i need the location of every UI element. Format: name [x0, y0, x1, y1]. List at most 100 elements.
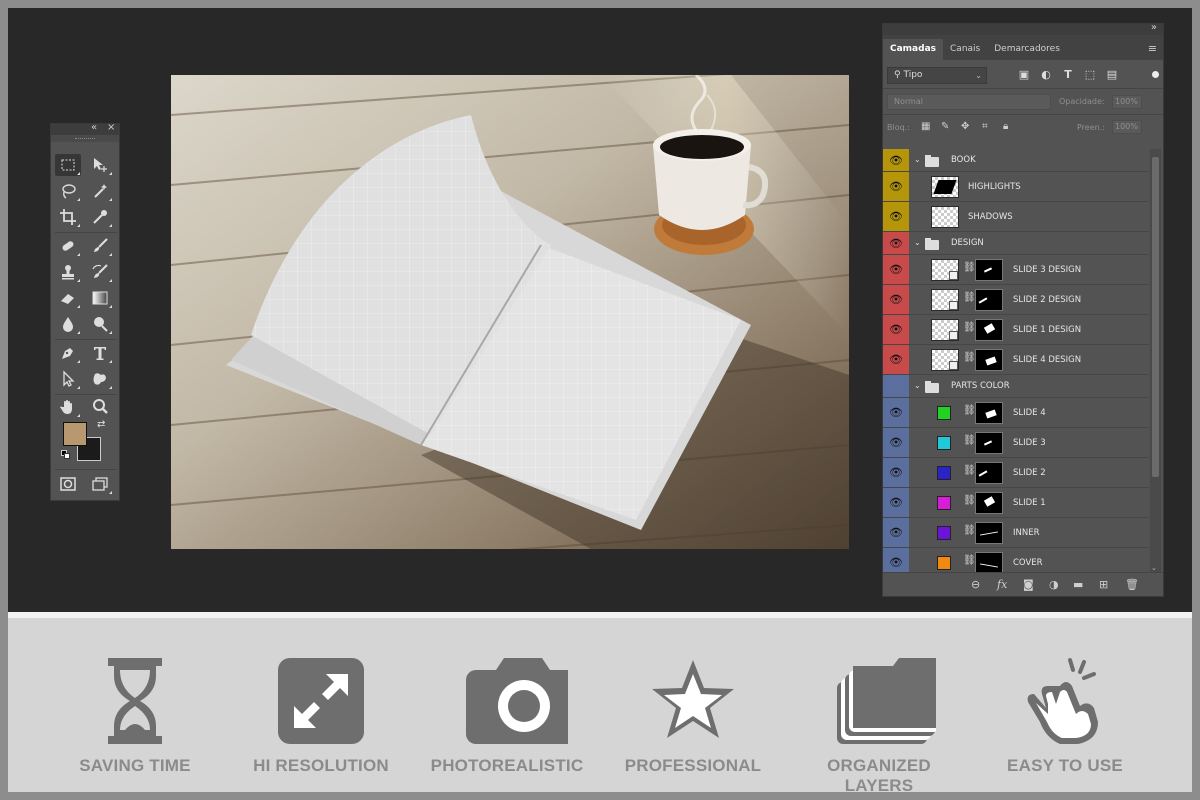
tab-camadas[interactable]: Camadas: [883, 39, 944, 60]
screen-mode-button[interactable]: [87, 473, 113, 495]
visibility-toggle[interactable]: [883, 375, 909, 397]
foreground-color-swatch[interactable]: [63, 422, 87, 446]
link-layers-icon[interactable]: ⊖: [971, 578, 980, 591]
pen-tool[interactable]: [55, 342, 81, 364]
visibility-toggle[interactable]: 👁︎: [883, 428, 909, 457]
tab-demarcadores[interactable]: Demarcadores: [987, 39, 1067, 60]
mask-link-icon[interactable]: ⛓︎: [963, 555, 976, 566]
opacity-field[interactable]: 100%: [1112, 95, 1142, 109]
zoom-tool[interactable]: [87, 396, 113, 418]
new-layer-icon[interactable]: ⊞: [1099, 578, 1108, 591]
tab-canais[interactable]: Canais: [943, 39, 987, 60]
visibility-toggle[interactable]: 👁︎: [883, 398, 909, 427]
layer-row[interactable]: 👁︎ ⛓︎ SLIDE 3: [883, 428, 1149, 458]
hand-tool[interactable]: [55, 396, 81, 418]
layer-group-row[interactable]: ⌄ PARTS COLOR: [883, 375, 1149, 398]
add-mask-icon[interactable]: ◙: [1023, 578, 1034, 591]
filter-toggle[interactable]: [1152, 71, 1159, 78]
collapse-icon[interactable]: «: [91, 122, 97, 133]
path-selection-tool[interactable]: [55, 368, 81, 390]
panel-menu-icon[interactable]: ≡: [1148, 42, 1157, 55]
mask-link-icon[interactable]: ⛓︎: [963, 292, 976, 303]
new-group-icon[interactable]: ▬: [1073, 578, 1083, 591]
eraser-tool[interactable]: [55, 287, 81, 309]
scrollbar-thumb[interactable]: [1152, 157, 1159, 477]
layer-mask-thumbnail[interactable]: [975, 319, 1003, 341]
layer-row[interactable]: 👁︎ ⛓︎ INNER: [883, 518, 1149, 548]
shape-tool[interactable]: [87, 368, 113, 390]
layer-mask-thumbnail[interactable]: [975, 462, 1003, 484]
layer-row[interactable]: 👁︎ SHADOWS: [883, 202, 1149, 232]
pixel-filter-icon[interactable]: ▣: [1017, 68, 1031, 81]
adjustment-layer-icon[interactable]: ◑: [1049, 578, 1059, 591]
mask-link-icon[interactable]: ⛓︎: [963, 322, 976, 333]
blend-mode-select[interactable]: Normal: [887, 94, 1051, 110]
gradient-tool[interactable]: [87, 287, 113, 309]
layer-mask-thumbnail[interactable]: [975, 289, 1003, 311]
layer-mask-thumbnail[interactable]: [975, 349, 1003, 371]
group-expand-icon[interactable]: ⌄: [914, 155, 921, 164]
mask-link-icon[interactable]: ⛓︎: [963, 495, 976, 506]
layer-row[interactable]: 👁︎ ⛓︎ SLIDE 4: [883, 398, 1149, 428]
layer-mask-thumbnail[interactable]: [975, 402, 1003, 424]
mask-link-icon[interactable]: ⛓︎: [963, 465, 976, 476]
eyedropper-tool[interactable]: [87, 206, 113, 228]
dodge-tool[interactable]: [87, 313, 113, 335]
crop-tool[interactable]: [55, 206, 81, 228]
magic-wand-tool[interactable]: [87, 180, 113, 202]
mask-link-icon[interactable]: ⛓︎: [963, 525, 976, 536]
lock-all-icon[interactable]: 🔒︎: [1003, 121, 1008, 132]
visibility-toggle[interactable]: 👁︎: [883, 285, 909, 314]
tools-panel-titlebar[interactable]: « ×: [51, 122, 119, 135]
tools-panel-grip[interactable]: [51, 135, 119, 142]
layer-mask-thumbnail[interactable]: [975, 552, 1003, 574]
visibility-toggle[interactable]: 👁︎: [883, 458, 909, 487]
collapse-icon[interactable]: »: [1151, 22, 1157, 33]
visibility-toggle[interactable]: 👁︎: [883, 232, 909, 254]
lasso-tool[interactable]: [55, 180, 81, 202]
scroll-down-icon[interactable]: ⌄: [1151, 564, 1157, 572]
fx-icon[interactable]: fx: [997, 578, 1007, 591]
layers-panel-titlebar[interactable]: »: [883, 22, 1163, 35]
healing-tool[interactable]: [55, 235, 81, 257]
move-tool[interactable]: [87, 154, 113, 176]
visibility-toggle[interactable]: 👁︎: [883, 149, 909, 171]
visibility-toggle[interactable]: 👁︎: [883, 172, 909, 201]
shape-filter-icon[interactable]: ⬚: [1083, 68, 1097, 81]
adjustment-filter-icon[interactable]: ◐: [1039, 68, 1053, 81]
visibility-toggle[interactable]: 👁︎: [883, 548, 909, 574]
layer-row[interactable]: 👁︎ ⛓︎ SLIDE 4 DESIGN: [883, 345, 1149, 375]
blur-tool[interactable]: [55, 313, 81, 335]
lock-position-icon[interactable]: ✥: [961, 121, 969, 132]
visibility-toggle[interactable]: 👁︎: [883, 518, 909, 547]
group-expand-icon[interactable]: ⌄: [914, 238, 921, 247]
layer-row[interactable]: 👁︎ ⛓︎ SLIDE 1: [883, 488, 1149, 518]
group-expand-icon[interactable]: ⌄: [914, 381, 921, 390]
layers-scrollbar[interactable]: ⌄: [1150, 149, 1161, 574]
layer-mask-thumbnail[interactable]: [975, 259, 1003, 281]
filter-kind-select[interactable]: ⚲ Tipo ⌄: [887, 67, 987, 84]
layer-row[interactable]: 👁︎ ⛓︎ COVER: [883, 548, 1149, 574]
mask-link-icon[interactable]: ⛓︎: [963, 435, 976, 446]
quick-mask-button[interactable]: [55, 473, 81, 495]
swap-colors-icon[interactable]: ⇄: [97, 419, 105, 430]
lock-artboard-icon[interactable]: ⌗: [982, 121, 988, 132]
visibility-toggle[interactable]: 👁︎: [883, 315, 909, 344]
document-canvas[interactable]: [171, 75, 849, 549]
layer-row[interactable]: 👁︎ HIGHLIGHTS: [883, 172, 1149, 202]
layer-mask-thumbnail[interactable]: [975, 492, 1003, 514]
default-colors-icon[interactable]: [61, 450, 70, 459]
layer-row[interactable]: 👁︎ ⛓︎ SLIDE 2: [883, 458, 1149, 488]
mask-link-icon[interactable]: ⛓︎: [963, 352, 976, 363]
visibility-toggle[interactable]: 👁︎: [883, 255, 909, 284]
layer-row[interactable]: 👁︎ ⛓︎ SLIDE 3 DESIGN: [883, 255, 1149, 285]
visibility-toggle[interactable]: 👁︎: [883, 345, 909, 374]
smart-object-filter-icon[interactable]: ▤: [1105, 68, 1119, 81]
close-icon[interactable]: ×: [107, 122, 115, 133]
layer-mask-thumbnail[interactable]: [975, 522, 1003, 544]
lock-pixels-icon[interactable]: ✎: [941, 121, 949, 132]
layer-mask-thumbnail[interactable]: [975, 432, 1003, 454]
mask-link-icon[interactable]: ⛓︎: [963, 262, 976, 273]
stamp-tool[interactable]: [55, 261, 81, 283]
layer-group-row[interactable]: 👁︎ ⌄ BOOK: [883, 149, 1149, 172]
